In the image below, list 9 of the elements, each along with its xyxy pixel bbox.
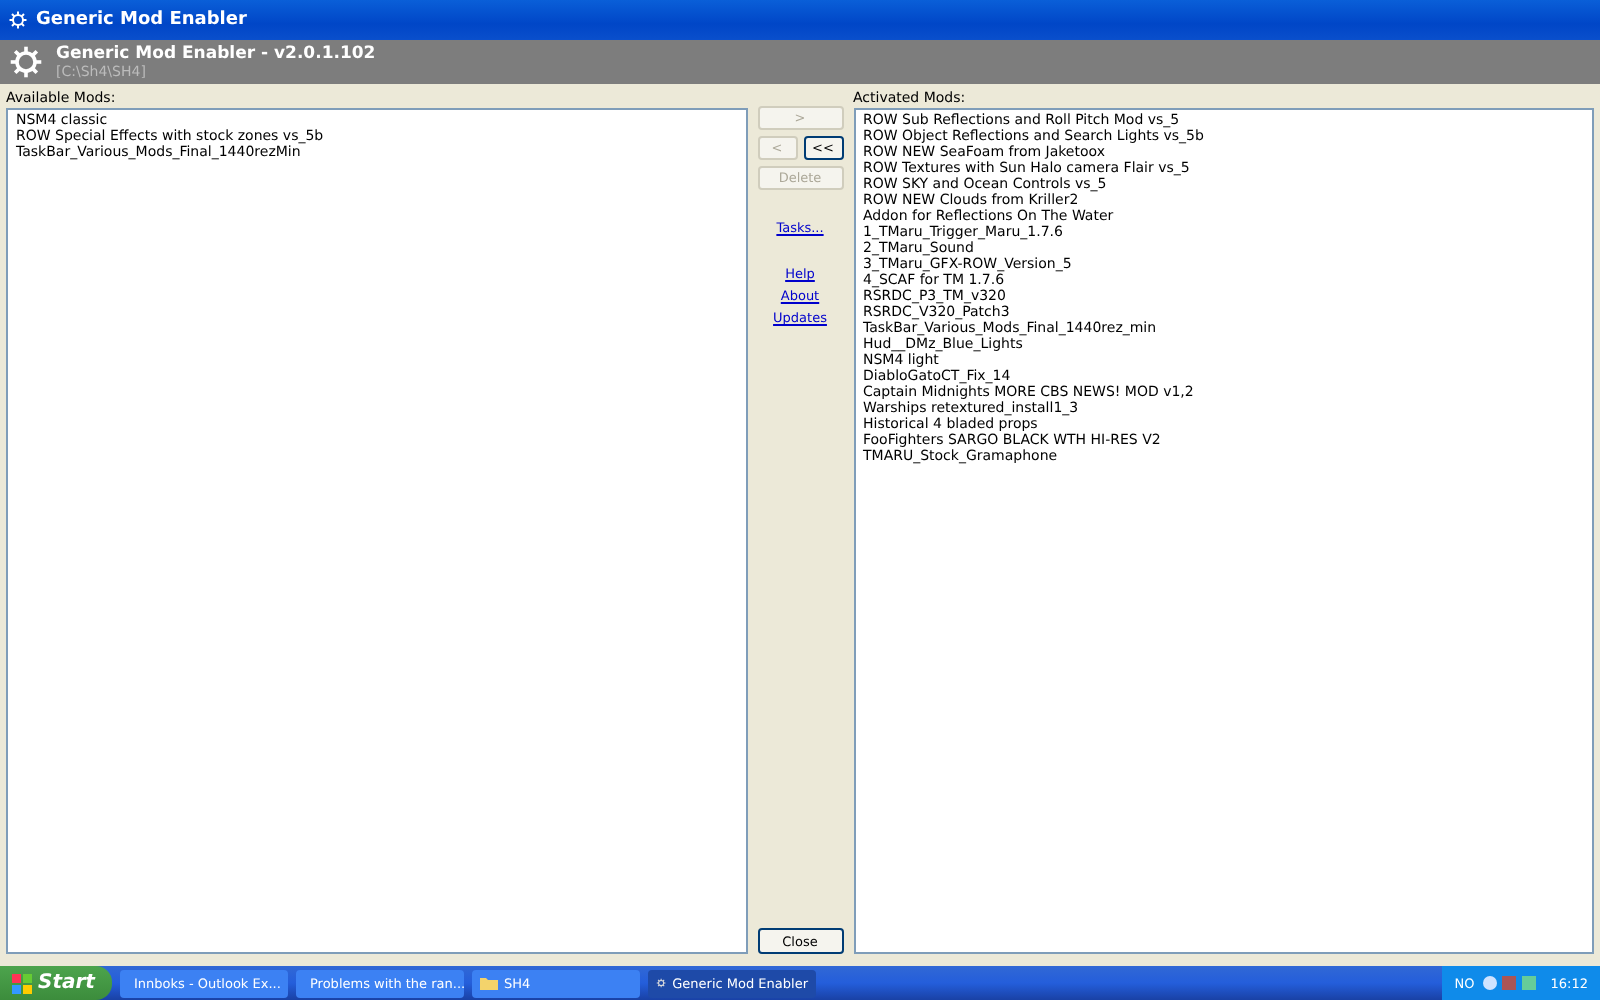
start-button[interactable]: Start xyxy=(0,966,112,1000)
gear-icon xyxy=(8,44,44,80)
app-title: Generic Mod Enabler - v2.0.1.102 xyxy=(56,44,376,64)
folder-icon xyxy=(480,976,498,990)
activated-mods-list[interactable] xyxy=(853,108,1594,954)
window-title: Generic Mod Enabler xyxy=(36,10,247,30)
gear-icon xyxy=(656,974,667,992)
gear-icon xyxy=(8,10,28,30)
windows-flag-icon xyxy=(12,973,32,993)
